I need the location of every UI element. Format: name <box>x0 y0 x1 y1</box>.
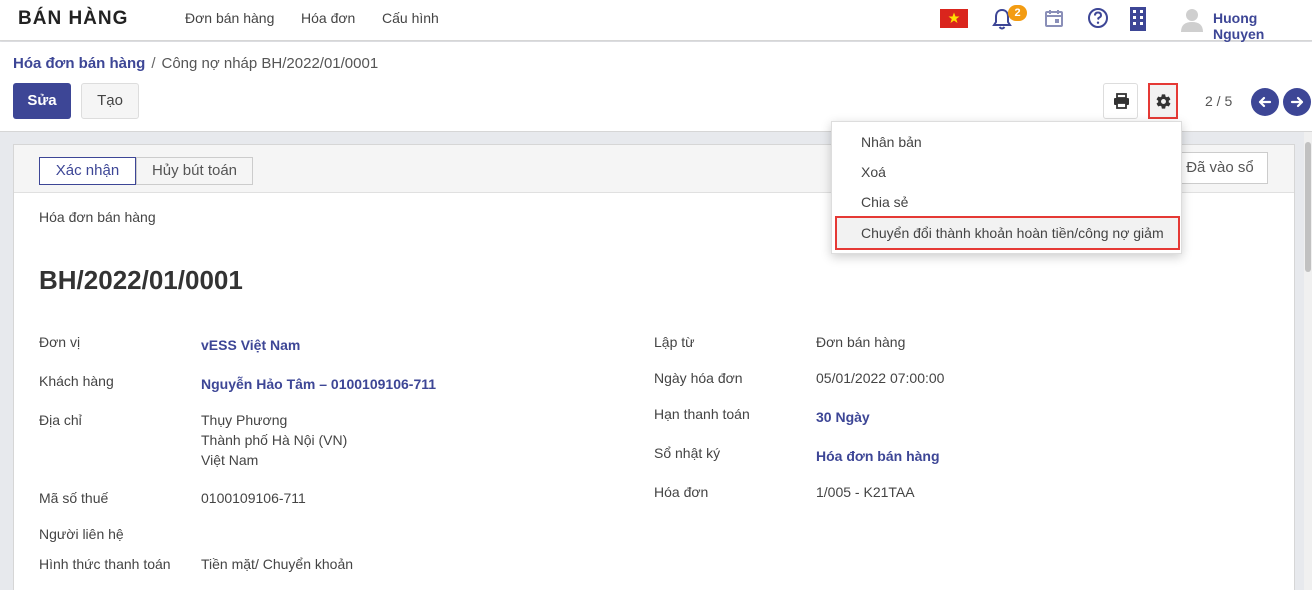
field-label-journal: Sổ nhật ký <box>654 445 721 461</box>
pager-counter: 2 / 5 <box>1205 93 1233 109</box>
notification-badge: 2 <box>1008 5 1027 21</box>
menu-item-share[interactable]: Chia sẻ <box>861 194 908 210</box>
pager-next-button[interactable] <box>1283 88 1311 116</box>
control-panel: Hóa đơn bán hàng / Công nợ nháp BH/2022/01… <box>0 42 1312 132</box>
print-button[interactable] <box>1103 83 1138 119</box>
menu-invoice[interactable]: Hóa đơn <box>301 10 355 26</box>
field-label-due-date: Hạn thanh toán <box>654 406 750 422</box>
field-label-invoice-series: Hóa đơn <box>654 484 709 500</box>
action-gear-button[interactable] <box>1148 83 1178 119</box>
field-label-contact: Người liên hệ <box>39 526 124 542</box>
breadcrumb-separator: / <box>151 55 156 72</box>
user-name[interactable]: Huong Nguyen <box>1213 10 1312 42</box>
menu-sales-order[interactable]: Đơn bán hàng <box>185 10 274 26</box>
menu-item-duplicate[interactable]: Nhân bản <box>861 134 922 150</box>
field-value-payment-method: Tiền mặt/ Chuyển khoản <box>201 556 354 572</box>
document-type-label: Hóa đơn bán hàng <box>39 209 156 225</box>
arrow-left-icon <box>1258 96 1272 108</box>
field-label-customer: Khách hàng <box>39 373 114 389</box>
calendar-icon[interactable] <box>1044 8 1064 31</box>
field-value-address: Thụy Phương Thành phố Hà Nội (VN) Việt N… <box>201 410 347 470</box>
menu-item-delete[interactable]: Xoá <box>861 164 886 180</box>
pager-previous-button[interactable] <box>1251 88 1279 116</box>
field-value-tax-code: 0100109106-711 <box>201 490 306 506</box>
field-value-invoice-series: 1/005 - K21TAA <box>816 484 915 500</box>
address-line: Việt Nam <box>201 452 259 468</box>
page-scrollbar[interactable] <box>1304 132 1312 590</box>
cancel-entry-button[interactable]: Hủy bút toán <box>136 157 253 185</box>
building-icon[interactable] <box>1129 6 1147 35</box>
create-button[interactable]: Tạo <box>81 83 139 119</box>
user-avatar-icon[interactable] <box>1180 6 1204 32</box>
field-label-source: Lập từ <box>654 334 695 350</box>
field-value-due-date[interactable]: 30 Ngày <box>816 409 870 425</box>
breadcrumb: Hóa đơn bán hàng / Công nợ nháp BH/2022/01… <box>13 55 378 72</box>
field-label-address: Địa chỉ <box>39 412 82 428</box>
scrollbar-thumb[interactable] <box>1305 142 1311 272</box>
gear-icon <box>1156 94 1171 109</box>
help-icon[interactable] <box>1087 7 1109 32</box>
menu-config[interactable]: Cấu hình <box>382 10 439 26</box>
menu-item-convert-to-credit-note[interactable]: Chuyển đổi thành khoản hoàn tiền/công nợ… <box>835 216 1180 250</box>
field-value-journal[interactable]: Hóa đơn bán hàng <box>816 448 940 464</box>
address-line: Thụy Phương <box>201 412 288 428</box>
arrow-right-icon <box>1290 96 1304 108</box>
field-value-source: Đơn bán hàng <box>816 334 906 350</box>
document-number: BH/2022/01/0001 <box>39 265 243 295</box>
confirm-button[interactable]: Xác nhận <box>39 157 136 185</box>
field-value-invoice-date: 05/01/2022 07:00:00 <box>816 370 945 386</box>
field-label-company: Đơn vị <box>39 334 81 350</box>
field-label-tax-code: Mã số thuế <box>39 490 109 506</box>
edit-button[interactable]: Sửa <box>13 83 71 119</box>
field-value-customer[interactable]: Nguyễn Hảo Tâm – 0100109106-711 <box>201 376 436 392</box>
breadcrumb-parent[interactable]: Hóa đơn bán hàng <box>13 55 145 72</box>
printer-icon <box>1114 93 1129 109</box>
status-posted-badge[interactable]: Đã vào sổ <box>1172 152 1268 184</box>
address-line: Thành phố Hà Nội (VN) <box>201 432 348 448</box>
field-label-invoice-date: Ngày hóa đơn <box>654 370 743 386</box>
field-value-company[interactable]: vESS Việt Nam <box>201 337 300 353</box>
action-dropdown-menu: Nhân bản Xoá Chia sẻ Chuyển đổi thành kh… <box>831 121 1182 254</box>
field-label-payment-method: Hình thức thanh toán <box>39 556 171 572</box>
breadcrumb-current: Công nợ nháp BH/2022/01/0001 <box>161 55 379 72</box>
top-navbar: BÁN HÀNG Đơn bán hàng Hóa đơn Cấu hình 2… <box>0 0 1312 42</box>
vietnam-flag-icon[interactable] <box>940 9 968 28</box>
app-brand[interactable]: BÁN HÀNG <box>18 8 128 30</box>
